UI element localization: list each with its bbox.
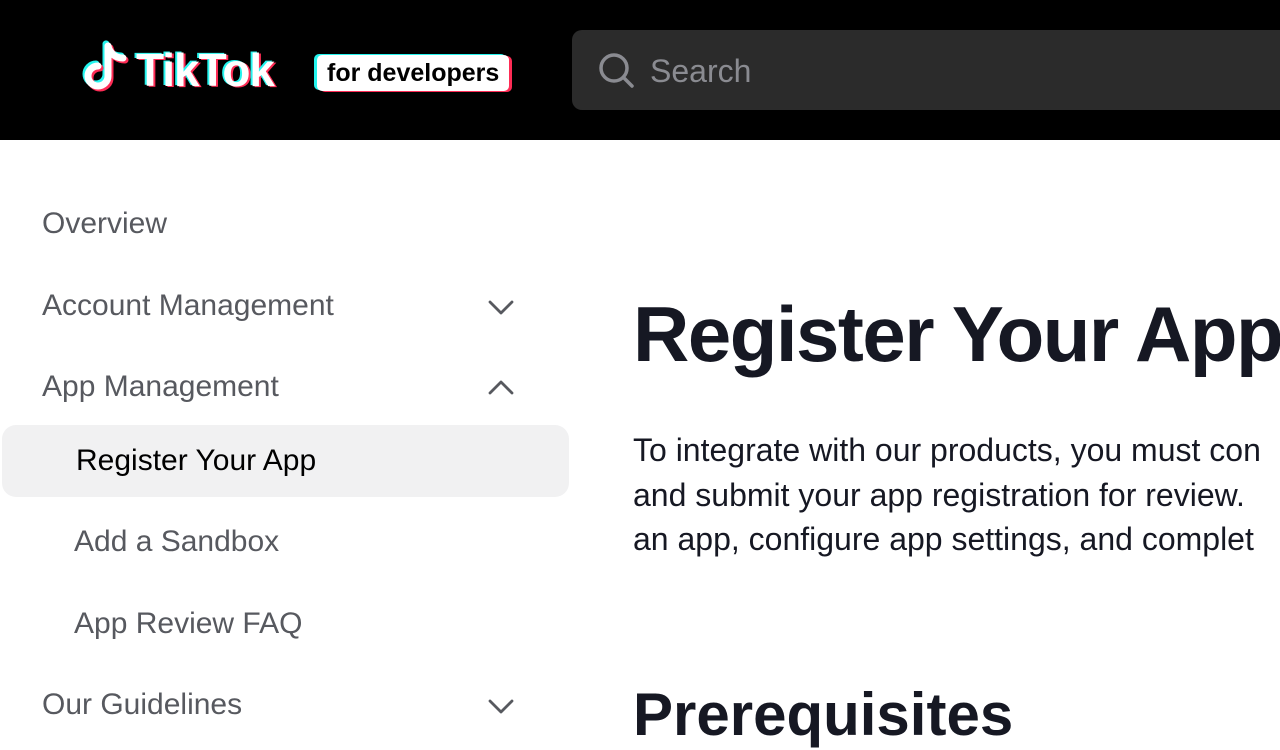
intro-paragraph: To integrate with our products, you must… [633,428,1280,562]
tiktok-note-icon [82,40,129,92]
sidebar-item-label: Overview [42,207,168,240]
sidebar-item-label: Our Guidelines [42,688,243,721]
section-heading-prerequisites: Prerequisites [633,681,1014,748]
sidebar-item-our-guidelines[interactable]: Our Guidelines [0,669,572,741]
sidebar-item-add-a-sandbox[interactable]: Add a Sandbox [0,506,572,578]
tiktok-developers-logo[interactable]: TikTok for developers [78,38,510,102]
search-input[interactable] [648,30,1252,112]
sidebar-item-overview[interactable]: Overview [0,188,572,260]
doc-content: Register Your App To integrate with our … [633,140,1280,748]
search-bar[interactable] [572,30,1280,112]
docs-sidebar: Overview Account Management App Manageme… [0,140,572,721]
sidebar-item-register-your-app[interactable]: Register Your App [2,425,569,497]
sidebar-item-label: Register Your App [76,444,317,477]
sidebar-item-app-review-faq[interactable]: App Review FAQ [0,588,572,660]
top-header: TikTok for developers [0,0,1280,140]
sidebar-item-account-management[interactable]: Account Management [0,270,572,342]
intro-line: and submit your app registration for rev… [633,476,1245,513]
sidebar-item-app-management[interactable]: App Management [0,351,572,423]
chevron-down-icon[interactable] [486,691,516,721]
sidebar-item-label: App Review FAQ [74,607,303,640]
sidebar-item-label: App Management [42,370,279,403]
intro-line: an app, configure app settings, and comp… [633,521,1254,557]
developers-badge: for developers [317,55,510,91]
page-title: Register Your App [633,290,1280,378]
search-icon [599,53,634,88]
chevron-up-icon[interactable] [486,373,516,403]
sidebar-item-label: Add a Sandbox [74,525,280,558]
brand-wordmark: TikTok [136,44,275,96]
chevron-down-icon[interactable] [486,292,516,322]
intro-line: To integrate with our products, you must… [633,432,1261,468]
sidebar-item-label: Account Management [42,289,334,322]
